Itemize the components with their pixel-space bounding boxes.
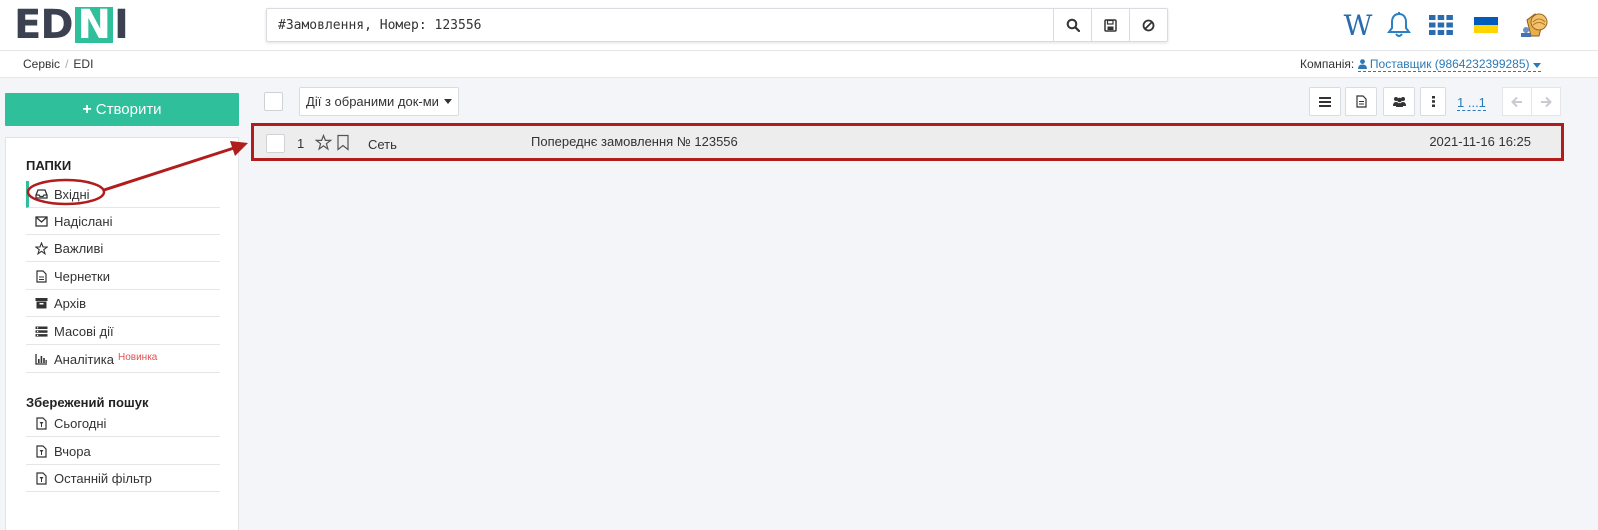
- flag-stripe-yellow: [1474, 25, 1498, 33]
- arrow-right-icon: [1541, 96, 1552, 107]
- breadcrumb-separator: /: [65, 57, 69, 71]
- notifications-button[interactable]: [1384, 8, 1414, 42]
- filter-file-icon: [34, 444, 48, 458]
- saved-search-title: Збережений пошук: [26, 395, 149, 410]
- star-icon[interactable]: [315, 134, 332, 151]
- sidebar-item-label: Останній фільтр: [54, 470, 152, 486]
- draft-icon: [34, 269, 48, 283]
- list-icon: [1319, 96, 1331, 107]
- saved-search-last-filter[interactable]: Останній фільтр: [26, 465, 220, 492]
- sidebar-item-important[interactable]: Важливі: [26, 235, 220, 262]
- breadcrumb-item-service[interactable]: Сервіс: [23, 57, 60, 71]
- breadcrumb-bar: Сервіс / EDI Компанія: Поставщик (98642323…: [0, 51, 1598, 78]
- next-page-button[interactable]: [1531, 87, 1561, 116]
- document-icon: [1355, 95, 1367, 108]
- saved-search-yesterday[interactable]: Вчора: [26, 438, 220, 465]
- bookmark-icon[interactable]: [336, 134, 350, 151]
- filter-file-icon: [34, 471, 48, 485]
- search-input[interactable]: [267, 9, 1053, 41]
- sidebar-panel: ПАПКИ Вхідні Надіслані Важливі Чернетки …: [5, 137, 239, 530]
- new-badge: Новинка: [117, 351, 158, 363]
- breadcrumb: Сервіс / EDI: [23, 57, 93, 71]
- row-date: 2021-11-16 16:25: [1429, 134, 1531, 149]
- search-icon: [1066, 18, 1080, 32]
- sidebar-item-drafts[interactable]: Чернетки: [26, 263, 220, 290]
- annotation-overlay: [26, 141, 248, 206]
- saved-search-today[interactable]: Сьогодні: [26, 410, 220, 437]
- flag-stripe-blue: [1474, 17, 1498, 25]
- row-checkbox[interactable]: [266, 134, 285, 153]
- sidebar-item-bulk-actions[interactable]: Масові дії: [26, 318, 220, 345]
- chevron-down-icon: [1532, 63, 1541, 68]
- sidebar-item-sent[interactable]: Надіслані: [26, 208, 220, 235]
- row-sender: Сеть: [368, 137, 397, 152]
- more-options-button[interactable]: [1420, 87, 1446, 116]
- company-selector: Компанія: Поставщик (9864232399285): [1300, 57, 1541, 72]
- edin-logo[interactable]: ED N I: [14, 2, 129, 48]
- user-icon: [1357, 59, 1367, 69]
- row-number: 1: [297, 136, 305, 151]
- bulk-actions-dropdown[interactable]: Дії з обраними док-ми: [299, 87, 459, 116]
- search-bar: [266, 8, 1168, 42]
- prev-page-button[interactable]: [1502, 87, 1532, 116]
- top-header: EDNI W: [0, 0, 1598, 51]
- sidebar-item-label: Архів: [54, 295, 87, 311]
- sidebar-item-label: Вхідні: [54, 186, 90, 202]
- bulk-actions-label: Дії з обраними док-ми: [306, 94, 439, 109]
- bell-icon: [1387, 12, 1411, 37]
- sidebar-item-label: Надіслані: [54, 213, 113, 229]
- document-view-button[interactable]: [1345, 87, 1377, 116]
- create-button[interactable]: + Створити: [5, 93, 239, 126]
- more-vertical-icon: [1431, 96, 1435, 107]
- pagination-label[interactable]: 1 ...1: [1457, 95, 1486, 111]
- clear-search-button[interactable]: [1129, 9, 1167, 41]
- list-view-button[interactable]: [1309, 87, 1341, 116]
- sidebar-item-label: Аналітика: [54, 351, 114, 367]
- group-view-button[interactable]: [1383, 87, 1415, 116]
- star-icon: [34, 241, 48, 255]
- envelope-icon: [34, 214, 48, 228]
- save-icon: [1104, 18, 1117, 32]
- avatar-icon: [1521, 13, 1548, 37]
- archive-icon: [34, 296, 48, 310]
- select-all-checkbox[interactable]: [264, 92, 283, 111]
- sidebar-item-inbox[interactable]: Вхідні: [26, 181, 220, 208]
- ukraine-flag-icon: [1474, 17, 1498, 33]
- clear-icon: [1142, 19, 1155, 31]
- sidebar-item-label: Чернетки: [54, 268, 111, 284]
- chevron-down-icon: [443, 99, 452, 104]
- save-search-button[interactable]: [1091, 9, 1129, 41]
- breadcrumb-item-edi[interactable]: EDI: [73, 57, 93, 71]
- sidebar-item-label: Масові дії: [54, 323, 114, 339]
- sidebar-item-label: Вчора: [54, 443, 91, 459]
- user-menu-button[interactable]: [1515, 8, 1555, 42]
- logo-text-n: N: [74, 5, 114, 45]
- language-button[interactable]: [1473, 8, 1499, 42]
- logo-text-ed: ED: [14, 2, 74, 48]
- company-dropdown[interactable]: Поставщик (9864232399285): [1357, 57, 1541, 72]
- plus-icon: +: [82, 100, 92, 118]
- bulk-actions-icon: [34, 324, 48, 338]
- sidebar-item-archive[interactable]: Архів: [26, 290, 220, 317]
- logo-text-i: I: [114, 2, 129, 48]
- wiki-icon[interactable]: W: [1341, 8, 1375, 42]
- folders-title: ПАПКИ: [26, 158, 72, 173]
- sidebar-item-label: Важливі: [54, 240, 104, 256]
- group-icon: [1392, 97, 1406, 107]
- create-button-label: Створити: [95, 101, 162, 118]
- apps-button[interactable]: [1427, 8, 1455, 42]
- sidebar-item-label: Сьогодні: [54, 415, 107, 431]
- apps-grid-icon: [1429, 15, 1453, 35]
- filter-file-icon: [34, 416, 48, 430]
- table-row[interactable]: 1 Сеть Попереднє замовлення № 123556 202…: [251, 123, 1564, 161]
- wiki-glyph: W: [1343, 8, 1373, 42]
- arrow-left-icon: [1511, 96, 1522, 107]
- company-label: Компанія:: [1300, 57, 1355, 71]
- chart-icon: [34, 352, 48, 366]
- search-button[interactable]: [1053, 9, 1091, 41]
- sidebar-item-analytics[interactable]: Аналітика Новинка: [26, 346, 220, 373]
- row-title[interactable]: Попереднє замовлення № 123556: [531, 134, 738, 149]
- company-value: Поставщик (9864232399285): [1369, 57, 1530, 71]
- inbox-icon: [34, 187, 48, 201]
